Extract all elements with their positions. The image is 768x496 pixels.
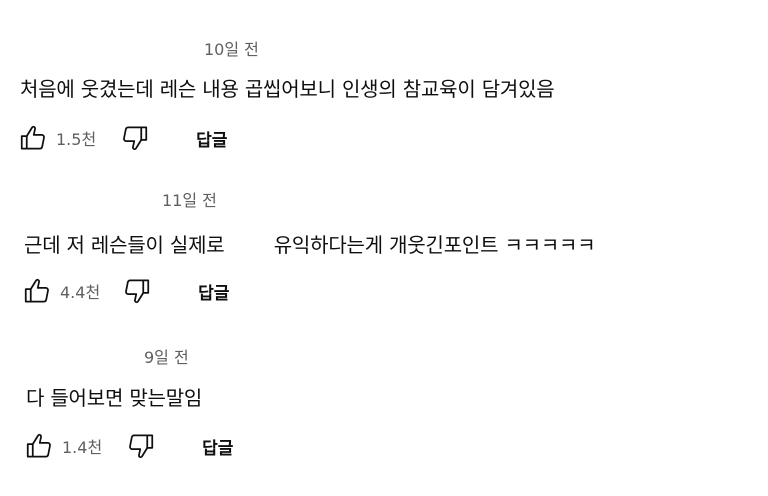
thumb-down-icon[interactable] (124, 430, 158, 462)
comment-text: 다 들어보면 맞는말임 (26, 386, 203, 410)
thumb-up-icon[interactable] (20, 275, 54, 307)
like-count: 1.4천 (62, 438, 103, 457)
comment-actions: 1.4천 답글 (22, 430, 233, 462)
comment-actions: 4.4천 답글 (20, 275, 229, 307)
comment-text: 근데 저 레슨들이 실제로 유익하다는게 개웃긴포인트 ㅋㅋㅋㅋㅋ (24, 233, 596, 257)
reply-button[interactable]: 답글 (198, 279, 229, 304)
thumb-up-icon[interactable] (22, 430, 56, 462)
comment-timestamp[interactable]: 11일 전 (162, 187, 217, 211)
reply-button[interactable]: 답글 (202, 434, 233, 459)
comment-timestamp[interactable]: 9일 전 (144, 344, 189, 368)
thumb-down-icon[interactable] (120, 275, 154, 307)
comment-item: 9일 전 다 들어보면 맞는말임 1.4천 답글 (0, 0, 768, 459)
like-count: 4.4천 (60, 283, 101, 302)
